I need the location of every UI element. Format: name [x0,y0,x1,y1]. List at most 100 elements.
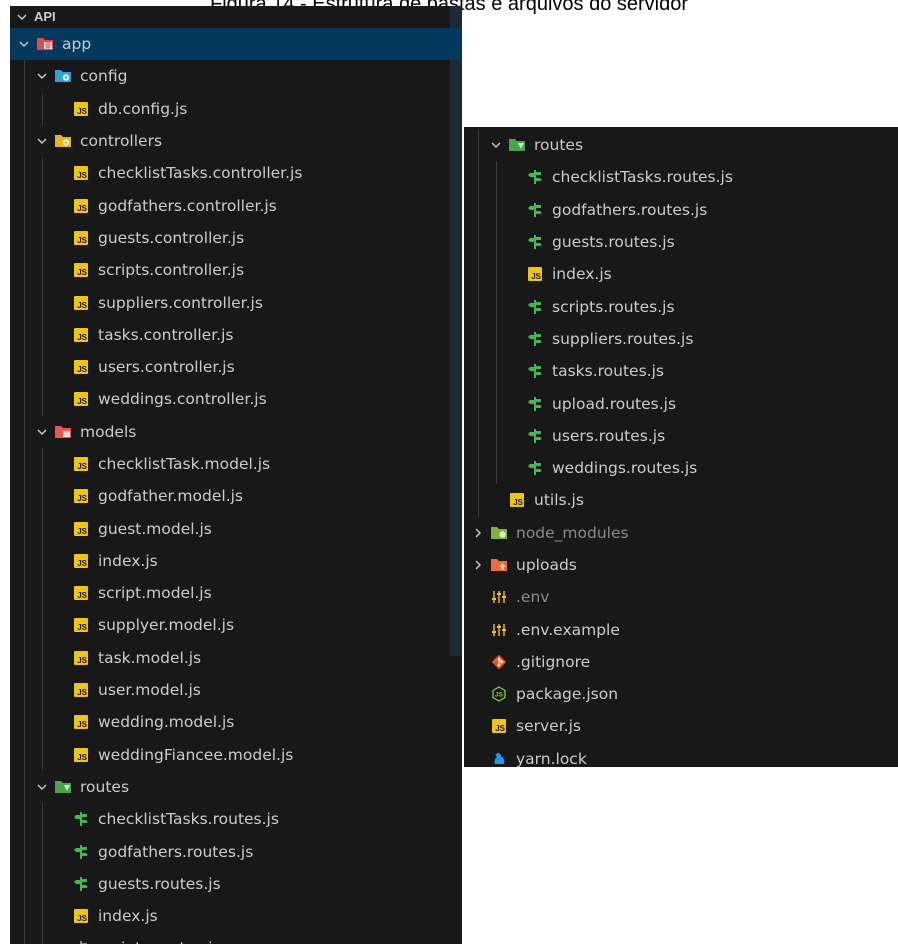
js-file-icon: JS [72,714,90,730]
folder-uploads[interactable]: uploads [464,549,898,581]
chevron-down-icon[interactable] [488,137,504,153]
file-index-js[interactable]: JS index.js [464,258,898,291]
folder-app[interactable]: app [10,28,462,61]
indent-guide [42,286,43,319]
file-scripts-controller-js[interactable]: JS scripts.controller.js [10,254,462,287]
file-weddings-controller-js[interactable]: JS weddings.controller.js [10,383,462,416]
file-utils-js[interactable]: JS utils.js [464,484,898,517]
file-upload-routes-js[interactable]: upload.routes.js [464,387,898,420]
indent-guide [478,290,479,323]
file-suppliers-controller-js[interactable]: JS suppliers.controller.js [10,286,462,319]
folder-routes[interactable]: routes [10,770,462,804]
item-label: config [80,67,128,86]
file-guest-model-js[interactable]: JS guest.model.js [10,512,462,545]
file-gitignore[interactable]: .gitignore [464,646,898,678]
chevron-down-icon[interactable] [34,68,50,84]
file-server-js[interactable]: JS server.js [464,710,898,742]
file-suppliers-routes-js[interactable]: suppliers.routes.js [464,322,898,356]
js-file-icon: JS [72,295,90,311]
indent-guide [42,673,43,707]
file-users-routes-js[interactable]: users.routes.js [464,419,898,452]
route-file-icon [72,876,90,892]
indent-guide [42,318,43,351]
indent-guide [42,641,43,674]
chevron-right-icon[interactable] [470,557,486,573]
file-package-json[interactable]: JS package.json [464,678,898,710]
chevron-down-icon[interactable] [34,424,50,440]
indent-guide [24,577,25,610]
file-tasks-routes-js[interactable]: tasks.routes.js [464,355,898,388]
item-label: uploads [516,556,577,574]
indent-guide [478,129,479,162]
file-script-model-js[interactable]: JS script.model.js [10,577,462,610]
folder-node-modules[interactable]: node_modules [464,517,898,549]
file-yarn-lock[interactable]: yarn.lock [464,743,898,767]
chevron-down-icon[interactable] [16,36,32,52]
folder-routes[interactable]: routes [464,129,898,162]
folder-models[interactable]: models [10,415,462,448]
indent-guide [478,258,479,291]
file-checklisttasks-routes-js[interactable]: checklistTasks.routes.js [10,803,462,836]
file-godfather-model-js[interactable]: JS godfather.model.js [10,480,462,513]
file-scripts-routes-js[interactable]: scripts.routes.js [464,290,898,323]
chevron-down-icon [14,9,30,25]
file-godfathers-routes-js[interactable]: godfathers.routes.js [10,835,462,868]
file-scripts-routes-js[interactable]: scripts.routes.js [10,932,462,944]
file-godfathers-routes-js[interactable]: godfathers.routes.js [464,193,898,226]
file-guests-controller-js[interactable]: JS guests.controller.js [10,221,462,255]
folder-config[interactable]: config [10,60,462,93]
explorer-section-header[interactable]: API [10,6,462,28]
uploads-folder-icon [490,557,508,573]
file-db-config-js[interactable]: JS db.config.js [10,92,462,125]
file-guests-routes-js[interactable]: guests.routes.js [464,225,898,259]
file-task-model-js[interactable]: JS task.model.js [10,641,462,674]
file-weddings-routes-js[interactable]: weddings.routes.js [464,451,898,485]
file-user-model-js[interactable]: JS user.model.js [10,673,462,707]
indent-guide [24,544,25,578]
file-checklisttasks-controller-js[interactable]: JS checklistTasks.controller.js [10,157,462,190]
folder-controllers[interactable]: controllers [10,124,462,158]
js-file-icon: JS [72,262,90,278]
chevron-right-icon[interactable] [470,525,486,541]
js-file-icon: JS [72,327,90,343]
file-weddingfiancee-model-js[interactable]: JS weddingFiancee.model.js [10,738,462,771]
file-guests-routes-js[interactable]: guests.routes.js [10,867,462,901]
indent-guide [42,803,43,836]
file-godfathers-controller-js[interactable]: JS godfathers.controller.js [10,189,462,222]
file-tasks-controller-js[interactable]: JS tasks.controller.js [10,318,462,351]
item-label: utils.js [534,491,584,510]
indent-guide [24,254,25,287]
chevron-down-icon[interactable] [34,133,50,149]
indent-guide [24,415,25,448]
chevron-down-icon[interactable] [34,779,50,795]
route-file-icon [526,299,544,315]
indent-guide [42,867,43,901]
file-wedding-model-js[interactable]: JS wedding.model.js [10,706,462,739]
file-index-js[interactable]: JS index.js [10,544,462,578]
file-supplyer-model-js[interactable]: JS supplyer.model.js [10,609,462,642]
indent-guide [496,225,497,259]
indent-guide [24,867,25,901]
item-label: db.config.js [98,99,188,118]
file-index-js[interactable]: JS index.js [10,900,462,933]
route-file-icon [526,396,544,412]
file-tree: app config JS db.config.js controllers JS chec… [10,28,462,944]
file-checklisttask-model-js[interactable]: JS checklistTask.model.js [10,447,462,481]
file-env[interactable]: .env [464,581,898,613]
file-checklisttasks-routes-js[interactable]: checklistTasks.routes.js [464,161,898,194]
route-file-icon [526,202,544,218]
file-env-example[interactable]: .env.example [464,613,898,645]
item-label: script.model.js [98,584,212,603]
file-users-controller-js[interactable]: JS users.controller.js [10,350,462,384]
